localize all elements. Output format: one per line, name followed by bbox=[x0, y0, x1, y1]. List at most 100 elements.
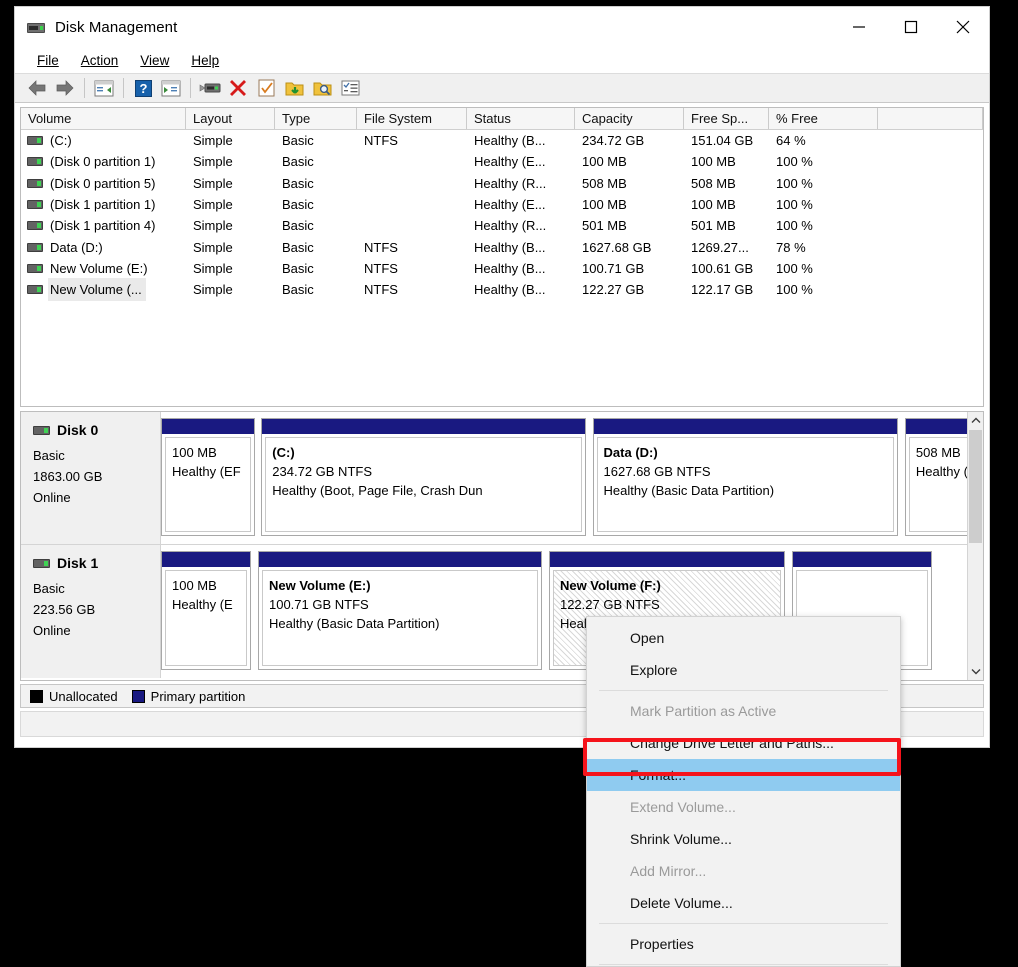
partition-size: 100 MB bbox=[172, 578, 217, 593]
disk-drive-icon bbox=[33, 425, 50, 435]
volume-label: (Disk 0 partition 1) bbox=[50, 154, 156, 170]
table-row[interactable]: (Disk 0 partition 1) Simple Basic Healthy (… bbox=[21, 151, 983, 172]
volume-drive-icon bbox=[27, 157, 43, 167]
context-menu-item-delete-volume[interactable]: Delete Volume... bbox=[587, 887, 900, 919]
partition-block[interactable]: 100 MB Healthy (E bbox=[161, 551, 252, 670]
cell-volume: (C:) bbox=[21, 129, 186, 152]
cell-percent-free: 100 % bbox=[776, 260, 813, 276]
menu-item-action[interactable]: Action bbox=[71, 51, 131, 70]
cell-status: Healthy (E... bbox=[474, 197, 546, 213]
cell-layout: Simple bbox=[193, 260, 233, 276]
cell-capacity: 100.71 GB bbox=[582, 260, 645, 276]
column-header-capacity[interactable]: Capacity bbox=[575, 108, 684, 129]
list-view-icon[interactable] bbox=[336, 75, 364, 101]
context-menu-item-properties[interactable]: Properties bbox=[587, 928, 900, 960]
scroll-down-arrow-icon[interactable] bbox=[968, 663, 983, 680]
cell-volume: (Disk 0 partition 5) bbox=[21, 172, 186, 195]
show-hide-console-tree-icon[interactable] bbox=[90, 75, 118, 101]
cell-status: Healthy (B... bbox=[474, 239, 546, 255]
close-button[interactable] bbox=[937, 7, 989, 47]
table-row[interactable]: (Disk 1 partition 1) Simple Basic Healthy (… bbox=[21, 194, 983, 215]
volume-drive-icon bbox=[27, 136, 43, 146]
properties-icon[interactable] bbox=[252, 75, 280, 101]
partition-type-bar bbox=[793, 552, 932, 567]
cell-free-space: 151.04 GB bbox=[691, 133, 754, 149]
scrollbar-thumb[interactable] bbox=[969, 430, 982, 543]
delete-icon[interactable] bbox=[224, 75, 252, 101]
context-menu-item-explore[interactable]: Explore bbox=[587, 654, 900, 686]
cell-free-space: 122.17 GB bbox=[691, 282, 754, 298]
disk-info-panel[interactable]: Disk 0 Basic 1863.00 GB Online bbox=[21, 412, 161, 544]
import-foreign-disks-icon[interactable] bbox=[280, 75, 308, 101]
menu-item-help[interactable]: Help bbox=[181, 51, 231, 70]
disk-panel-scrollbar[interactable] bbox=[967, 412, 983, 680]
maximize-button[interactable] bbox=[885, 7, 937, 47]
column-header-free-space[interactable]: Free Sp... bbox=[684, 108, 769, 129]
search-folder-icon[interactable] bbox=[308, 75, 336, 101]
cell-status: Healthy (E... bbox=[474, 154, 546, 170]
minimize-button[interactable] bbox=[833, 7, 885, 47]
cell-percent-free: 100 % bbox=[776, 282, 813, 298]
context-menu-separator bbox=[599, 964, 888, 965]
column-header-volume[interactable]: Volume bbox=[21, 108, 186, 129]
table-row[interactable]: (C:) Simple Basic NTFS Healthy (B... 234.72 G… bbox=[21, 130, 983, 151]
cell-percent-free: 78 % bbox=[776, 239, 806, 255]
context-menu-item-change-drive-letter-and-paths[interactable]: Change Drive Letter and Paths... bbox=[587, 727, 900, 759]
context-menu-item-open[interactable]: Open bbox=[587, 622, 900, 654]
help-icon[interactable]: ? bbox=[129, 75, 157, 101]
cell-free-space: 1269.27... bbox=[691, 239, 749, 255]
forward-icon[interactable] bbox=[51, 75, 79, 101]
volume-list-header: Volume Layout Type File System Status Ca… bbox=[21, 108, 983, 130]
title-bar: Disk Management bbox=[15, 7, 989, 47]
partition-label: (C:) bbox=[272, 445, 295, 460]
cell-layout: Simple bbox=[193, 239, 233, 255]
context-menu-item-format[interactable]: Format... bbox=[587, 759, 900, 791]
cell-capacity: 501 MB bbox=[582, 218, 627, 234]
disk-title: Disk 1 bbox=[33, 555, 160, 571]
partition-block[interactable]: (C:) 234.72 GB NTFS Healthy (Boot, Page Fi… bbox=[261, 418, 586, 536]
partition-label: New Volume (E:) bbox=[268, 578, 371, 593]
disk-info-panel[interactable]: Disk 1 Basic 223.56 GB Online bbox=[21, 545, 161, 678]
partition-block[interactable]: New Volume (E:) 100.71 GB NTFS Healthy (Ba… bbox=[257, 551, 542, 670]
cell-volume: New Volume (... bbox=[21, 278, 186, 302]
column-header-filler[interactable] bbox=[878, 108, 983, 129]
menu-item-view[interactable]: View bbox=[130, 51, 181, 70]
table-row[interactable]: New Volume (E:) Simple Basic NTFS Healthy (B… bbox=[21, 258, 983, 279]
cell-type: Basic bbox=[282, 239, 314, 255]
disk-name: Disk 0 bbox=[57, 422, 99, 438]
table-row[interactable]: (Disk 1 partition 4) Simple Basic Healthy (… bbox=[21, 215, 983, 236]
cell-volume: (Disk 1 partition 1) bbox=[21, 193, 186, 216]
table-row[interactable]: New Volume (... Simple Basic NTFS Healthy (B… bbox=[21, 278, 983, 302]
partition-size: 508 MB bbox=[915, 445, 961, 460]
toolbar-separator bbox=[190, 78, 191, 98]
show-hide-action-pane-icon[interactable] bbox=[157, 75, 185, 101]
cell-free-space: 501 MB bbox=[691, 218, 736, 234]
cell-layout: Simple bbox=[193, 218, 233, 234]
partition-type-bar bbox=[162, 552, 251, 567]
cell-capacity: 100 MB bbox=[582, 197, 627, 213]
disk-title: Disk 0 bbox=[33, 422, 160, 438]
scroll-up-arrow-icon[interactable] bbox=[968, 412, 983, 429]
table-row[interactable]: Data (D:) Simple Basic NTFS Healthy (B... 162… bbox=[21, 236, 983, 257]
column-header-file-system[interactable]: File System bbox=[357, 108, 467, 129]
column-header-type[interactable]: Type bbox=[275, 108, 357, 129]
column-header-status[interactable]: Status bbox=[467, 108, 575, 129]
partition-block[interactable]: Data (D:) 1627.68 GB NTFS Healthy (Basic D… bbox=[592, 418, 899, 536]
column-header-percent-free[interactable]: % Free bbox=[769, 108, 878, 129]
rescan-disks-icon[interactable] bbox=[196, 75, 224, 101]
volume-drive-icon bbox=[27, 242, 43, 252]
back-icon[interactable] bbox=[23, 75, 51, 101]
partition-details: 100 MB Healthy (E bbox=[165, 570, 248, 666]
table-row[interactable]: (Disk 0 partition 5) Simple Basic Healthy (… bbox=[21, 173, 983, 194]
partition-size: 100.71 GB NTFS bbox=[268, 597, 369, 612]
partition-block[interactable]: 100 MB Healthy (EF bbox=[161, 418, 255, 536]
cell-percent-free: 100 % bbox=[776, 175, 813, 191]
context-menu-item-shrink-volume[interactable]: Shrink Volume... bbox=[587, 823, 900, 855]
context-menu-separator bbox=[599, 923, 888, 924]
disk-type: Basic bbox=[33, 581, 65, 596]
menu-item-file[interactable]: File bbox=[27, 51, 71, 70]
column-header-layout[interactable]: Layout bbox=[186, 108, 275, 129]
cell-capacity: 508 MB bbox=[582, 175, 627, 191]
cell-free-space: 100 MB bbox=[691, 154, 736, 170]
volume-label: (Disk 1 partition 4) bbox=[50, 218, 156, 234]
